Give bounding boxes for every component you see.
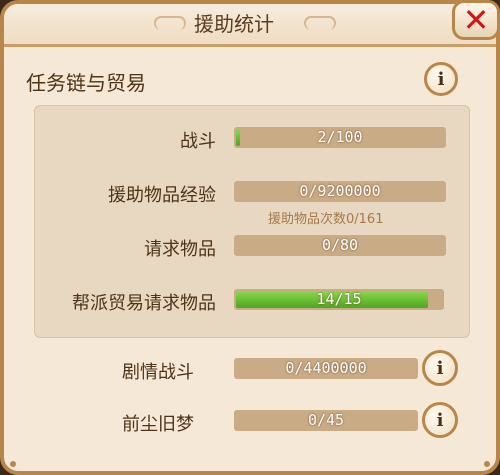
progress-bar-story-battle: 0/4400000 <box>234 358 418 379</box>
progress-text: 0/45 <box>307 411 345 429</box>
corner-ornament <box>484 461 490 467</box>
title-bar: 援助统计 <box>4 4 496 47</box>
section-info-button[interactable]: i <box>424 62 458 96</box>
story-info-button[interactable]: i <box>422 350 458 386</box>
progress-text: 14/15 <box>316 290 362 308</box>
assist-count-note: 援助物品次数0/161 <box>268 212 384 227</box>
progress-bar-battle: 2/100 <box>234 127 446 148</box>
info-icon: i <box>436 357 444 379</box>
window-title: 援助统计 <box>194 12 274 36</box>
row-label-request: 请求物品 <box>144 239 216 260</box>
close-button[interactable]: ✕ <box>452 0 500 40</box>
progress-text: 2/100 <box>317 128 363 146</box>
progress-text: 0/80 <box>321 236 359 254</box>
progress-text: 0/4400000 <box>285 359 367 377</box>
progress-text: 0/9200000 <box>299 182 381 200</box>
corner-ornament <box>10 461 16 467</box>
progress-bar-request: 0/80 <box>234 235 446 256</box>
info-icon: i <box>436 409 444 431</box>
dream-info-button[interactable]: i <box>422 402 458 438</box>
progress-bar-assist-exp: 0/9200000 <box>234 181 446 202</box>
progress-bar-guild-trade: 14/15 <box>234 289 444 310</box>
row-label-story-battle: 剧情战斗 <box>122 362 194 383</box>
row-label-guild-trade: 帮派贸易请求物品 <box>72 293 216 314</box>
row-label-past-dream: 前尘旧梦 <box>122 414 194 435</box>
assist-stats-panel: 援助统计 任务链与贸易 i 战斗 2/100 援助物品经验 0/9200000 … <box>0 0 500 475</box>
progress-bar-past-dream: 0/45 <box>234 410 418 431</box>
section-title: 任务链与贸易 <box>26 71 146 95</box>
row-label-battle: 战斗 <box>180 131 216 152</box>
row-label-assist-exp: 援助物品经验 <box>108 185 216 206</box>
close-icon: ✕ <box>462 1 490 39</box>
info-icon: i <box>437 68 445 90</box>
